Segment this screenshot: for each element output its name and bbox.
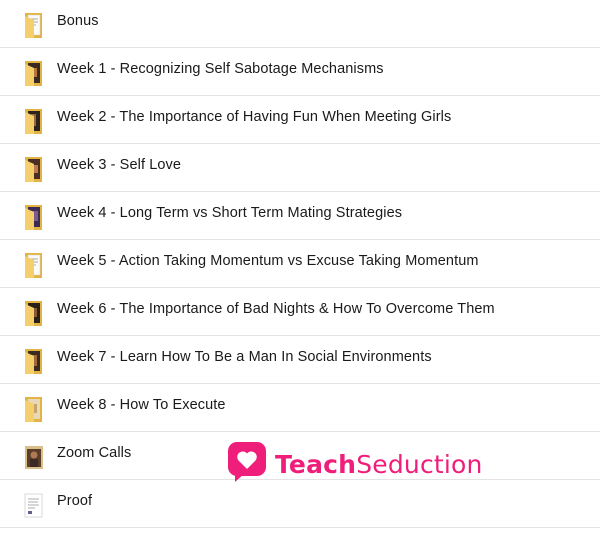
folder-row-week-8[interactable]: Week 8 - How To Execute xyxy=(0,384,600,432)
folder-label: Week 4 - Long Term vs Short Term Mating … xyxy=(57,205,403,221)
folder-label: Week 8 - How To Execute xyxy=(57,397,226,413)
folder-label: Zoom Calls xyxy=(57,445,132,461)
folder-label: Week 3 - Self Love xyxy=(57,157,182,173)
watermark-text: TeachSeduction xyxy=(275,450,483,479)
folder-label: Week 6 - The Importance of Bad Nights & … xyxy=(57,301,495,317)
folder-row-week-7[interactable]: Week 7 - Learn How To Be a Man In Social… xyxy=(0,336,600,384)
folder-row-week-4[interactable]: Week 4 - Long Term vs Short Term Mating … xyxy=(0,192,600,240)
folder-row-week-3[interactable]: Week 3 - Self Love xyxy=(0,144,600,192)
folder-label: Week 2 - The Importance of Having Fun Wh… xyxy=(57,109,452,125)
folder-label: Bonus xyxy=(57,13,99,29)
heart-chat-logo-icon xyxy=(227,441,267,488)
folder-icon xyxy=(23,252,44,279)
folder-label: Week 1 - Recognizing Self Sabotage Mecha… xyxy=(57,61,384,77)
folder-label: Week 5 - Action Taking Momentum vs Excus… xyxy=(57,253,479,269)
image-thumbnail-icon xyxy=(23,444,44,471)
folder-label: Proof xyxy=(57,493,93,509)
folder-row-week-2[interactable]: Week 2 - The Importance of Having Fun Wh… xyxy=(0,96,600,144)
folder-row-bonus[interactable]: Bonus xyxy=(0,0,600,48)
folder-icon xyxy=(23,300,44,327)
folder-label: Week 7 - Learn How To Be a Man In Social… xyxy=(57,349,432,365)
folder-icon xyxy=(23,156,44,183)
teachseduction-watermark: TeachSeduction xyxy=(227,441,483,488)
document-thumbnail-icon xyxy=(23,492,44,519)
folder-icon xyxy=(23,60,44,87)
folder-icon xyxy=(23,348,44,375)
folder-icon xyxy=(23,204,44,231)
folder-row-week-6[interactable]: Week 6 - The Importance of Bad Nights & … xyxy=(0,288,600,336)
folder-icon xyxy=(23,396,44,423)
folder-icon xyxy=(23,108,44,135)
folder-row-week-1[interactable]: Week 1 - Recognizing Self Sabotage Mecha… xyxy=(0,48,600,96)
folder-row-week-5[interactable]: Week 5 - Action Taking Momentum vs Excus… xyxy=(0,240,600,288)
folder-icon xyxy=(23,12,44,39)
